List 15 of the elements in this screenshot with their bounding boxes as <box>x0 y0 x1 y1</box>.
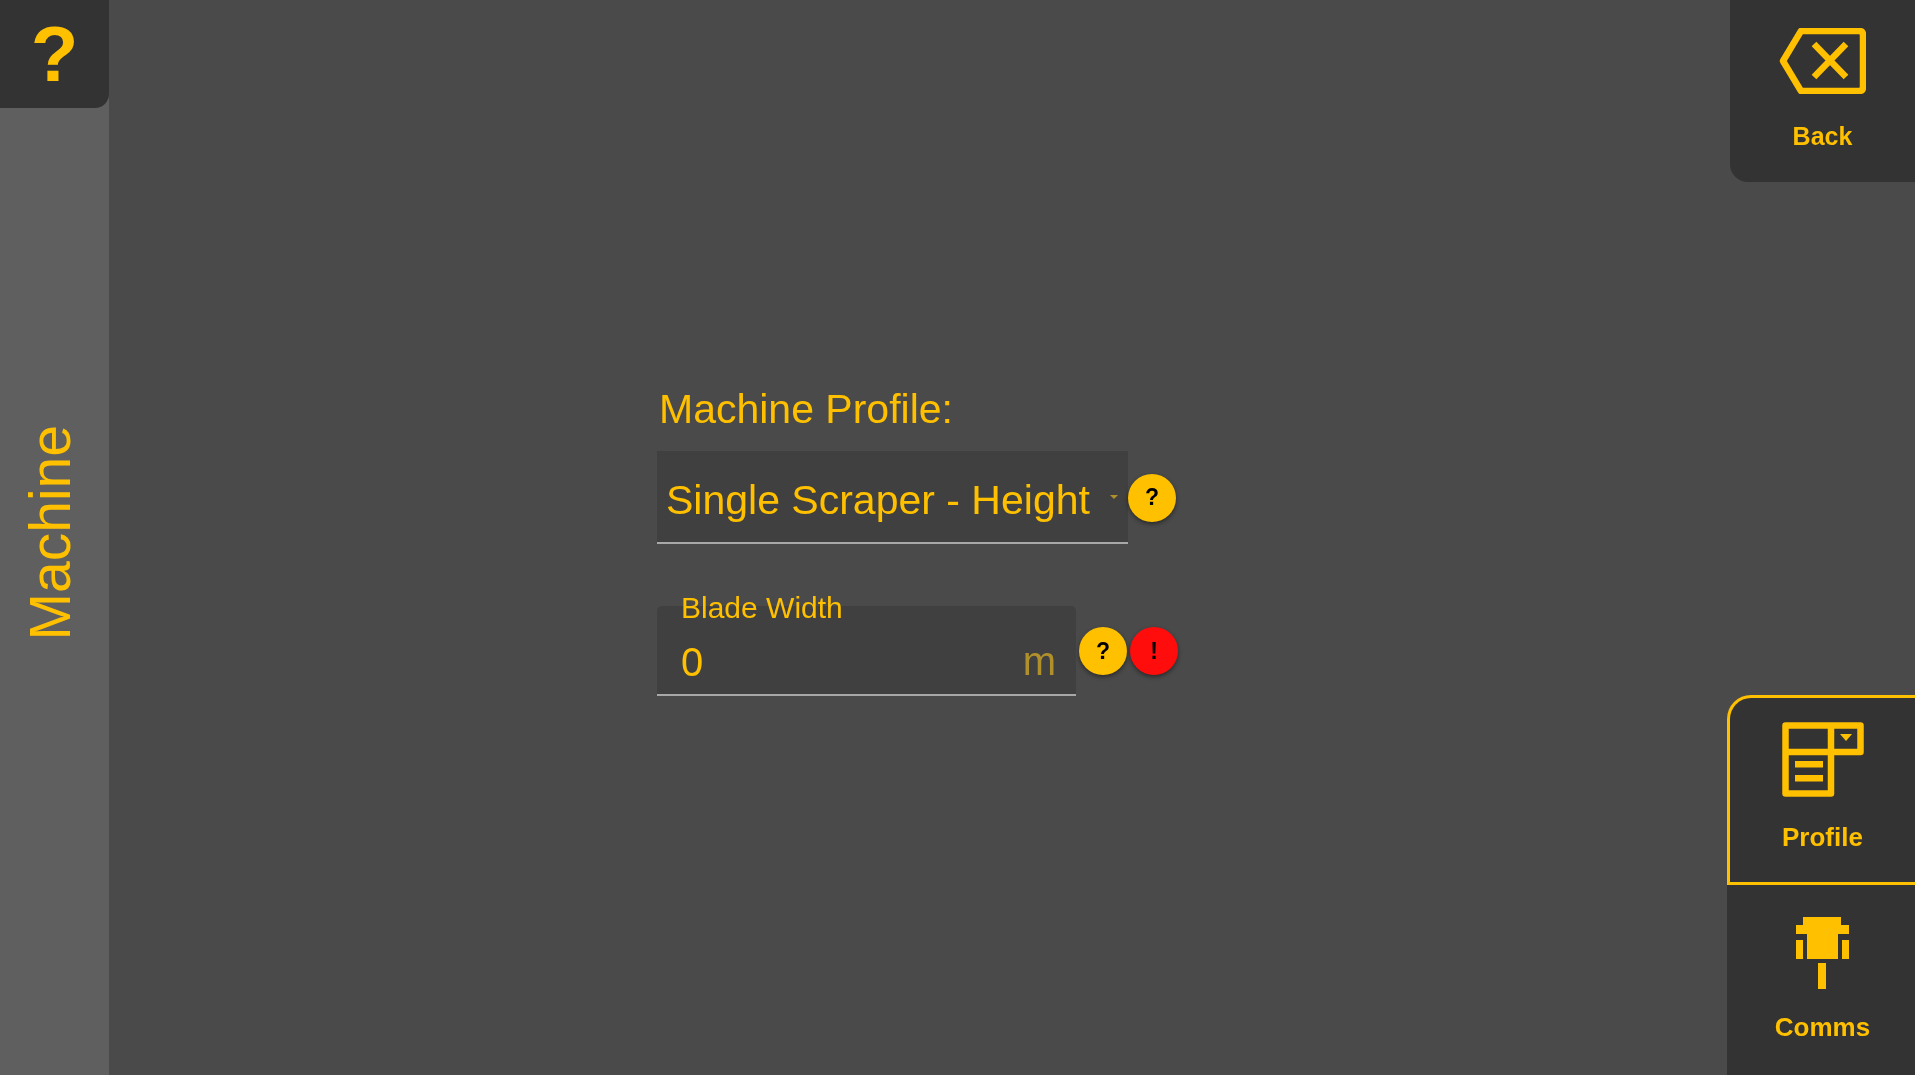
help-button[interactable]: ? <box>1079 627 1127 676</box>
back-button[interactable]: Back <box>1730 0 1915 182</box>
sidebar-title: Machine <box>22 425 79 641</box>
section-title: Machine Profile: <box>659 385 953 434</box>
help-button[interactable]: ? <box>0 0 109 108</box>
nav-tab[interactable]: Profile <box>1727 695 1915 885</box>
unit-label: m <box>1022 638 1056 685</box>
help-button[interactable]: ? <box>1128 473 1176 522</box>
profile-dropdown[interactable]: Single Scraper - Height <box>657 451 1128 545</box>
backspace-icon <box>1779 28 1866 94</box>
caret-icon <box>1110 494 1118 499</box>
error-button[interactable]: ! <box>1130 627 1178 676</box>
nav-tab[interactable]: Comms <box>1727 885 1915 1075</box>
connector-icon <box>1796 917 1849 989</box>
form-icon <box>1781 722 1864 797</box>
